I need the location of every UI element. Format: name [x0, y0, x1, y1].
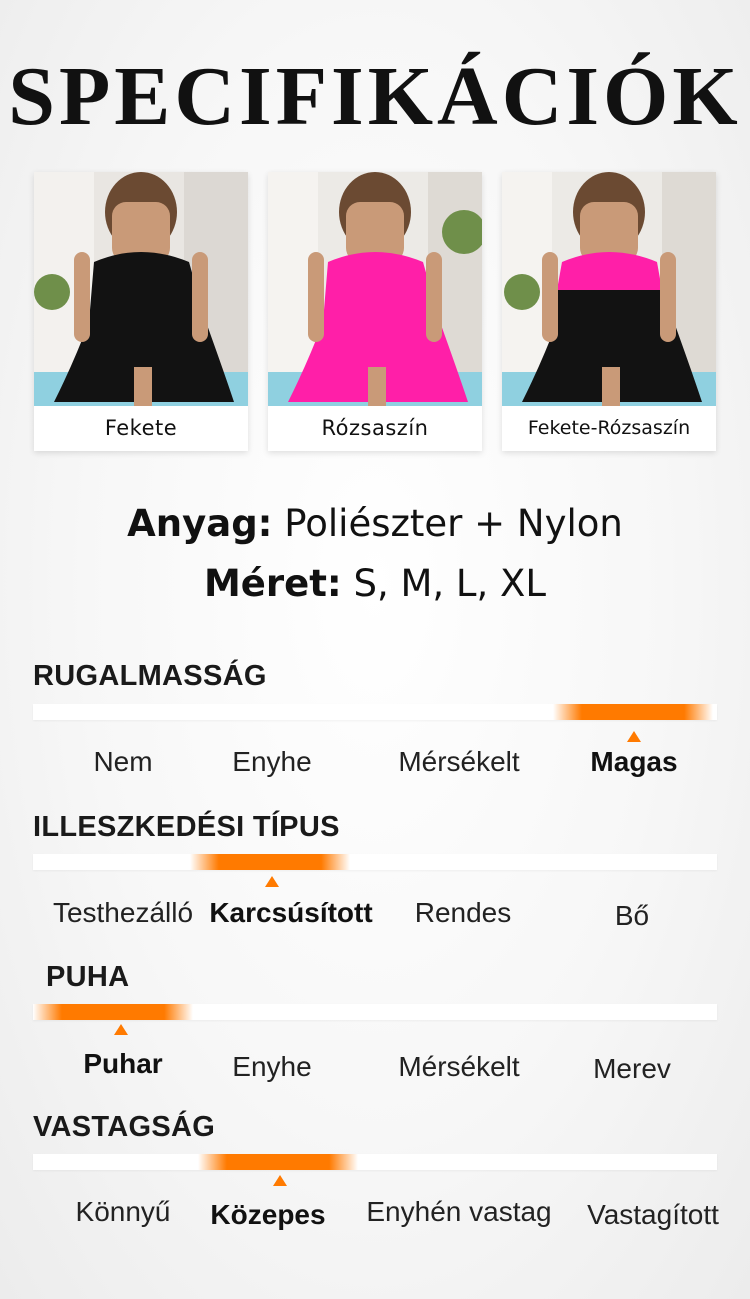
fit-type-option: Testhezálló [52, 897, 194, 928]
product-photo-black [34, 172, 248, 406]
color-label: Rózsaszín [321, 416, 429, 440]
section-title-thickness: VASTAGSÁG [33, 1111, 216, 1143]
softness-option: Merev [593, 1053, 671, 1084]
thickness-indicator [198, 1154, 358, 1170]
size-label: Méret: [203, 562, 342, 605]
elasticity-indicator [553, 704, 713, 720]
size-value: S, M, L, XL [353, 562, 547, 605]
elasticity-scale [33, 704, 717, 720]
thickness-marker-icon [273, 1175, 287, 1186]
softness-option: Mérsékelt [398, 1051, 520, 1082]
elasticity-option-selected: Magas [590, 746, 678, 777]
elasticity-option: Mérsékelt [398, 746, 520, 777]
softness-indicator [33, 1004, 193, 1020]
thickness-scale [33, 1154, 717, 1170]
fit-type-option: Bő [614, 900, 650, 931]
softness-marker-icon [114, 1024, 128, 1035]
color-card-fekete[interactable]: Fekete [34, 172, 248, 451]
section-title-fit-type: ILLESZKEDÉSI TÍPUS [33, 811, 340, 843]
color-card-fekete-rozsaszin[interactable]: Fekete-Rózsaszín [502, 172, 716, 451]
fit-type-indicator [190, 854, 350, 870]
material-label: Anyag: [127, 502, 273, 545]
thickness-option: Enyhén vastag [366, 1196, 552, 1227]
thickness-option-selected: Közepes [210, 1199, 326, 1230]
thickness-option: Vastagított [587, 1199, 719, 1230]
page-title: SPECIFIKÁCIÓK [8, 50, 742, 143]
elasticity-option: Enyhe [232, 746, 312, 777]
elasticity-marker-icon [627, 731, 641, 742]
size-line: Méret: S, M, L, XL [0, 562, 750, 605]
color-label: Fekete-Rózsaszín [527, 417, 691, 439]
softness-option: Enyhe [232, 1051, 312, 1082]
color-label: Fekete [104, 416, 178, 440]
section-title-elasticity: RUGALMASSÁG [33, 660, 267, 692]
section-title-softness: PUHA [46, 961, 130, 993]
fit-type-option: Rendes [414, 897, 512, 928]
material-line: Anyag: Poliészter + Nylon [0, 502, 750, 545]
product-photo-black-pink [502, 172, 716, 406]
material-value: Poliészter + Nylon [284, 502, 623, 545]
fit-type-option-selected: Karcsúsított [209, 897, 373, 928]
color-card-rozsaszin[interactable]: Rózsaszín [268, 172, 482, 451]
fit-type-scale [33, 854, 717, 870]
product-photo-pink [268, 172, 482, 406]
softness-scale [33, 1004, 717, 1020]
fit-type-marker-icon [265, 876, 279, 887]
